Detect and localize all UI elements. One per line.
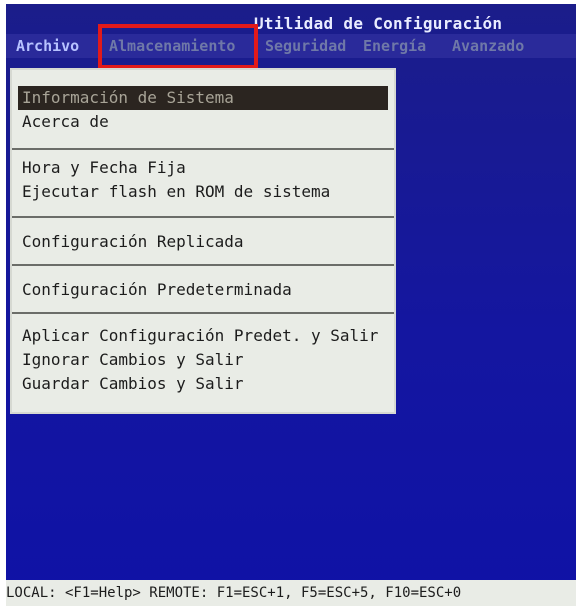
menu-item-guardar-cambios-salir[interactable]: Guardar Cambios y Salir <box>18 372 388 396</box>
menu-item-ignorar-cambios-salir[interactable]: Ignorar Cambios y Salir <box>18 348 388 372</box>
menu-archivo[interactable]: Archivo <box>16 37 79 55</box>
menu-group-default: Configuración Predeterminada <box>18 278 388 304</box>
menu-item-hora-fecha[interactable]: Hora y Fecha Fija <box>18 156 388 180</box>
title-bar: Utilidad de Configuración <box>6 4 576 34</box>
menu-seguridad[interactable]: Seguridad <box>265 37 346 55</box>
bios-screen: Utilidad de Configuración Archivo Almace… <box>6 4 576 606</box>
menu-group-exit: Aplicar Configuración Predet. y Salir Ig… <box>18 324 388 402</box>
menu-item-config-predeterminada[interactable]: Configuración Predeterminada <box>18 278 388 302</box>
highlight-annotation-box <box>98 24 258 69</box>
archivo-dropdown-menu: Información de Sistema Acerca de Hora y … <box>10 68 396 414</box>
menu-item-flash-rom[interactable]: Ejecutar flash en ROM de sistema <box>18 180 388 204</box>
menu-avanzado[interactable]: Avanzado <box>452 37 524 55</box>
menu-group-system: Hora y Fecha Fija Ejecutar flash en ROM … <box>18 156 388 208</box>
status-bar: LOCAL: <F1=Help> REMOTE: F1=ESC+1, F5=ES… <box>6 580 576 606</box>
menu-divider <box>12 312 394 314</box>
menu-energia[interactable]: Energía <box>363 37 426 55</box>
menu-group-replicated: Configuración Replicada <box>18 230 388 256</box>
menu-item-informacion-sistema[interactable]: Información de Sistema <box>18 86 388 110</box>
menu-divider <box>12 264 394 266</box>
menu-group-info: Información de Sistema Acerca de <box>18 86 388 138</box>
menu-divider <box>12 148 394 150</box>
window-title: Utilidad de Configuración <box>254 14 503 33</box>
menu-item-config-replicada[interactable]: Configuración Replicada <box>18 230 388 254</box>
menu-item-acerca-de[interactable]: Acerca de <box>18 110 388 134</box>
menu-divider <box>12 216 394 218</box>
menu-item-aplicar-predet-salir[interactable]: Aplicar Configuración Predet. y Salir <box>18 324 388 348</box>
menu-bar: Archivo Almacenamiento Seguridad Energía… <box>6 34 576 58</box>
